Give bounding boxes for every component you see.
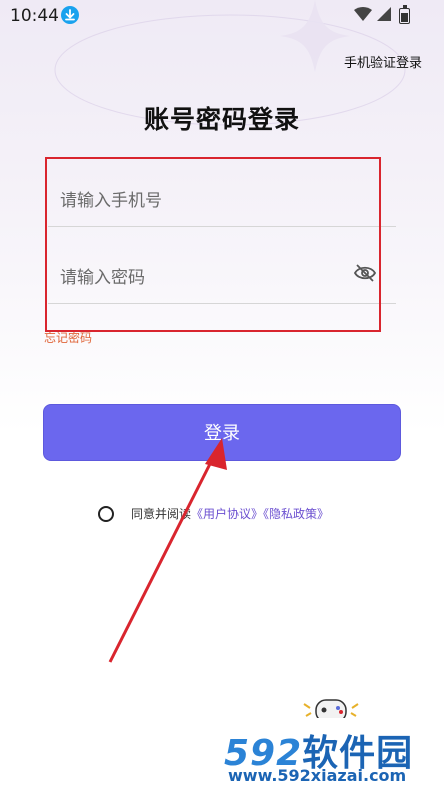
watermark-url: www.592xiazai.com <box>228 766 407 785</box>
wifi-icon <box>354 7 372 21</box>
download-icon <box>61 6 79 24</box>
background-decoration <box>54 0 406 126</box>
page-title: 账号密码登录 <box>143 105 300 134</box>
annotation-arrow <box>108 438 227 663</box>
signal-icon <box>377 7 391 21</box>
battery-icon <box>399 8 410 24</box>
annotation-highlight-box <box>45 157 381 332</box>
privacy-policy-link[interactable]: 《隐私政策》 <box>263 507 329 521</box>
status-time: 10:44 <box>10 6 59 26</box>
phone-verification-login-link[interactable]: 手机验证登录 <box>344 52 422 71</box>
